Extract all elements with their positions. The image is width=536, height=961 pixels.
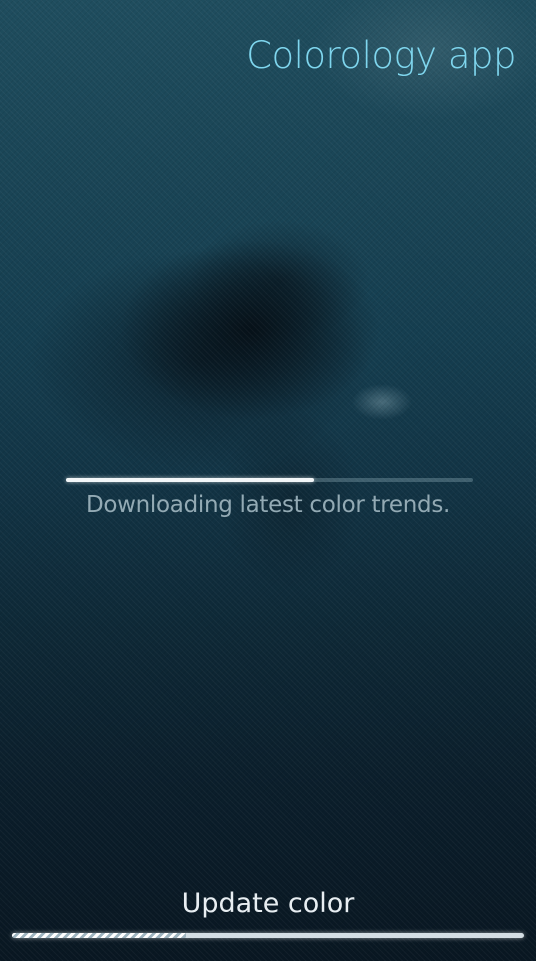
update-color-button[interactable]: Update color — [0, 880, 536, 961]
busy-indicator — [12, 933, 187, 938]
page-title: Colorology app — [246, 34, 516, 77]
download-progress-bar — [66, 478, 473, 482]
pulley-indicator — [12, 933, 524, 938]
download-progress-fill — [66, 478, 315, 482]
download-status-text: Downloading latest color trends. — [85, 492, 451, 518]
app-screen: Colorology app Downloading latest color … — [0, 0, 536, 961]
update-color-label: Update color — [181, 888, 355, 919]
